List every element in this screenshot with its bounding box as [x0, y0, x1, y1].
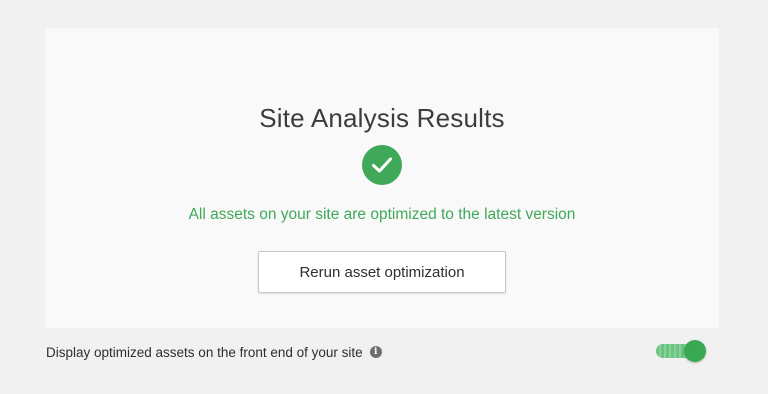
rerun-optimization-button[interactable]: Rerun asset optimization: [258, 251, 506, 293]
display-optimized-assets-setting: Display optimized assets on the front en…: [46, 343, 382, 361]
info-icon[interactable]: i: [369, 346, 382, 358]
check-circle-icon: [362, 145, 402, 185]
page-title: Site Analysis Results: [259, 103, 505, 133]
analysis-results-card: Site Analysis Results All assets on your…: [45, 28, 719, 328]
display-optimized-assets-toggle[interactable]: [656, 340, 708, 363]
optimization-status-text: All assets on your site are optimized to…: [188, 206, 576, 223]
toggle-knob: [684, 340, 706, 362]
setting-label: Display optimized assets on the front en…: [46, 344, 363, 360]
